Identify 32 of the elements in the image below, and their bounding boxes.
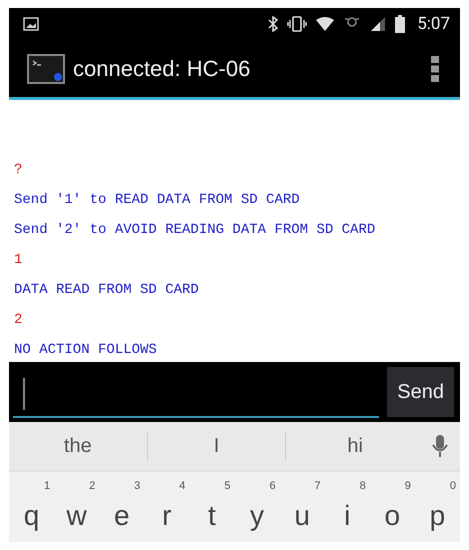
keyboard-key[interactable]: 0 p [414, 472, 460, 542]
battery-icon [395, 15, 406, 33]
microphone-icon[interactable] [432, 434, 448, 458]
terminal-line: Send '2' to AVOID READING DATA FROM SD CARD [14, 222, 376, 240]
suggestion-word[interactable]: I [148, 434, 286, 458]
keyboard-key[interactable]: 2 w [54, 472, 100, 542]
keyboard-key[interactable]: 1 q [9, 472, 54, 542]
keyboard-key[interactable]: 9 o [370, 472, 415, 542]
clock-time: 5:07 [417, 14, 450, 34]
terminal-line: 1 [14, 252, 24, 270]
signal-icon [369, 16, 388, 32]
bluetooth-icon [267, 16, 280, 32]
screen-title: connected: HC-06 [73, 56, 250, 82]
keyboard-key[interactable]: 8 i [324, 472, 370, 542]
terminal-line: DATA READ FROM SD CARD [14, 282, 200, 300]
keyboard-key[interactable]: 3 e [99, 472, 144, 542]
suggestion-word[interactable]: the [9, 434, 147, 458]
keyboard-key[interactable]: 6 y [234, 472, 280, 542]
wifi-icon [315, 16, 336, 32]
suggestion-word[interactable]: hi [286, 434, 424, 458]
terminal-line: 2 [14, 312, 24, 330]
terminal-line: Send '1' to READ DATA FROM SD CARD [14, 192, 301, 210]
vibrate-icon [287, 16, 308, 32]
keyboard-key[interactable]: 5 t [189, 472, 234, 542]
terminal-app-icon [27, 54, 65, 84]
keyboard-key[interactable]: 7 u [280, 472, 325, 542]
overflow-menu-icon[interactable] [430, 54, 440, 82]
image-icon [23, 17, 39, 31]
send-button[interactable]: Send [387, 367, 454, 417]
terminal-line: NO ACTION FOLLOWS [14, 342, 158, 360]
terminal-line: ? [14, 162, 24, 180]
keyboard-key[interactable]: 4 r [144, 472, 190, 542]
